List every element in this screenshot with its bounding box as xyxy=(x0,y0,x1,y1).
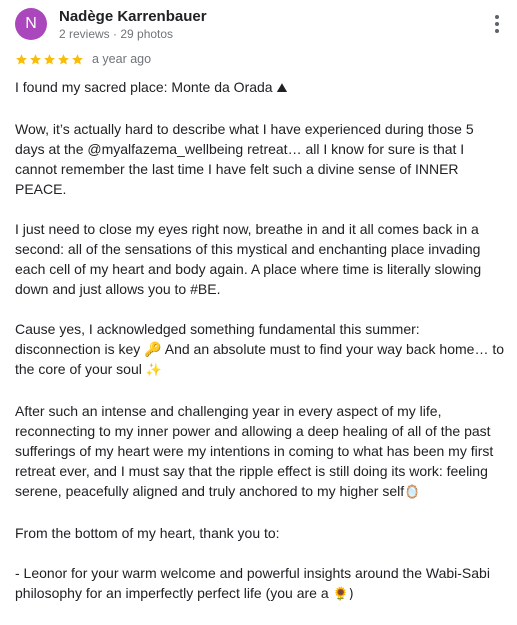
review-paragraph-text: Wow, it’s actually hard to describe what… xyxy=(15,121,474,197)
emoji-icon: 🌻) xyxy=(332,587,354,602)
review-paragraph-text: Cause yes, I acknowledged something fund… xyxy=(15,321,505,377)
review-paragraph-text: From the bottom of my heart, thank you t… xyxy=(15,525,280,541)
star-icon xyxy=(72,53,83,64)
menu-dot xyxy=(495,29,499,33)
review-date: a year ago xyxy=(92,52,152,66)
review-paragraph-text: - Leonor for your warm welcome and power… xyxy=(15,565,490,601)
review-paragraph-text: I found my sacred place: Monte da Orada xyxy=(15,79,277,95)
menu-dot xyxy=(495,15,499,19)
avatar[interactable]: N xyxy=(15,8,47,40)
review-paragraph: I just need to close my eyes right now, … xyxy=(15,219,507,299)
emoji-icon: ✨ xyxy=(145,363,162,378)
review-paragraph: From the bottom of my heart, thank you t… xyxy=(15,523,507,543)
review-paragraph: - Leonor for your warm welcome and power… xyxy=(15,563,507,605)
review-text: I found my sacred place: Monte da Orada … xyxy=(15,77,507,625)
review-paragraph-text: I just need to close my eyes right now, … xyxy=(15,221,482,297)
review-paragraph: After such an intense and challenging ye… xyxy=(15,401,507,503)
star-icon xyxy=(44,53,55,64)
author-name[interactable]: Nadège Karrenbauer xyxy=(59,8,207,25)
review-paragraph: Cause yes, I acknowledged something fund… xyxy=(15,319,507,381)
more-vert-icon[interactable] xyxy=(489,12,505,36)
star-rating xyxy=(15,53,84,66)
review-header: N Nadège Karrenbauer 2 reviews · 29 phot… xyxy=(15,8,505,42)
star-icon xyxy=(58,53,69,64)
star-icon xyxy=(30,53,41,64)
review-paragraph: Wow, it’s actually hard to describe what… xyxy=(15,119,507,199)
menu-dot xyxy=(495,22,499,26)
emoji-icon: ⛰ xyxy=(276,81,288,96)
star-icon xyxy=(16,53,27,64)
review-paragraph: I found my sacred place: Monte da Orada … xyxy=(15,77,507,99)
review-paragraph-text: After such an intense and challenging ye… xyxy=(15,403,494,499)
rating-row: a year ago xyxy=(15,50,151,68)
author-meta: 2 reviews · 29 photos xyxy=(59,27,174,41)
emoji-icon: 🪞 xyxy=(404,485,421,500)
